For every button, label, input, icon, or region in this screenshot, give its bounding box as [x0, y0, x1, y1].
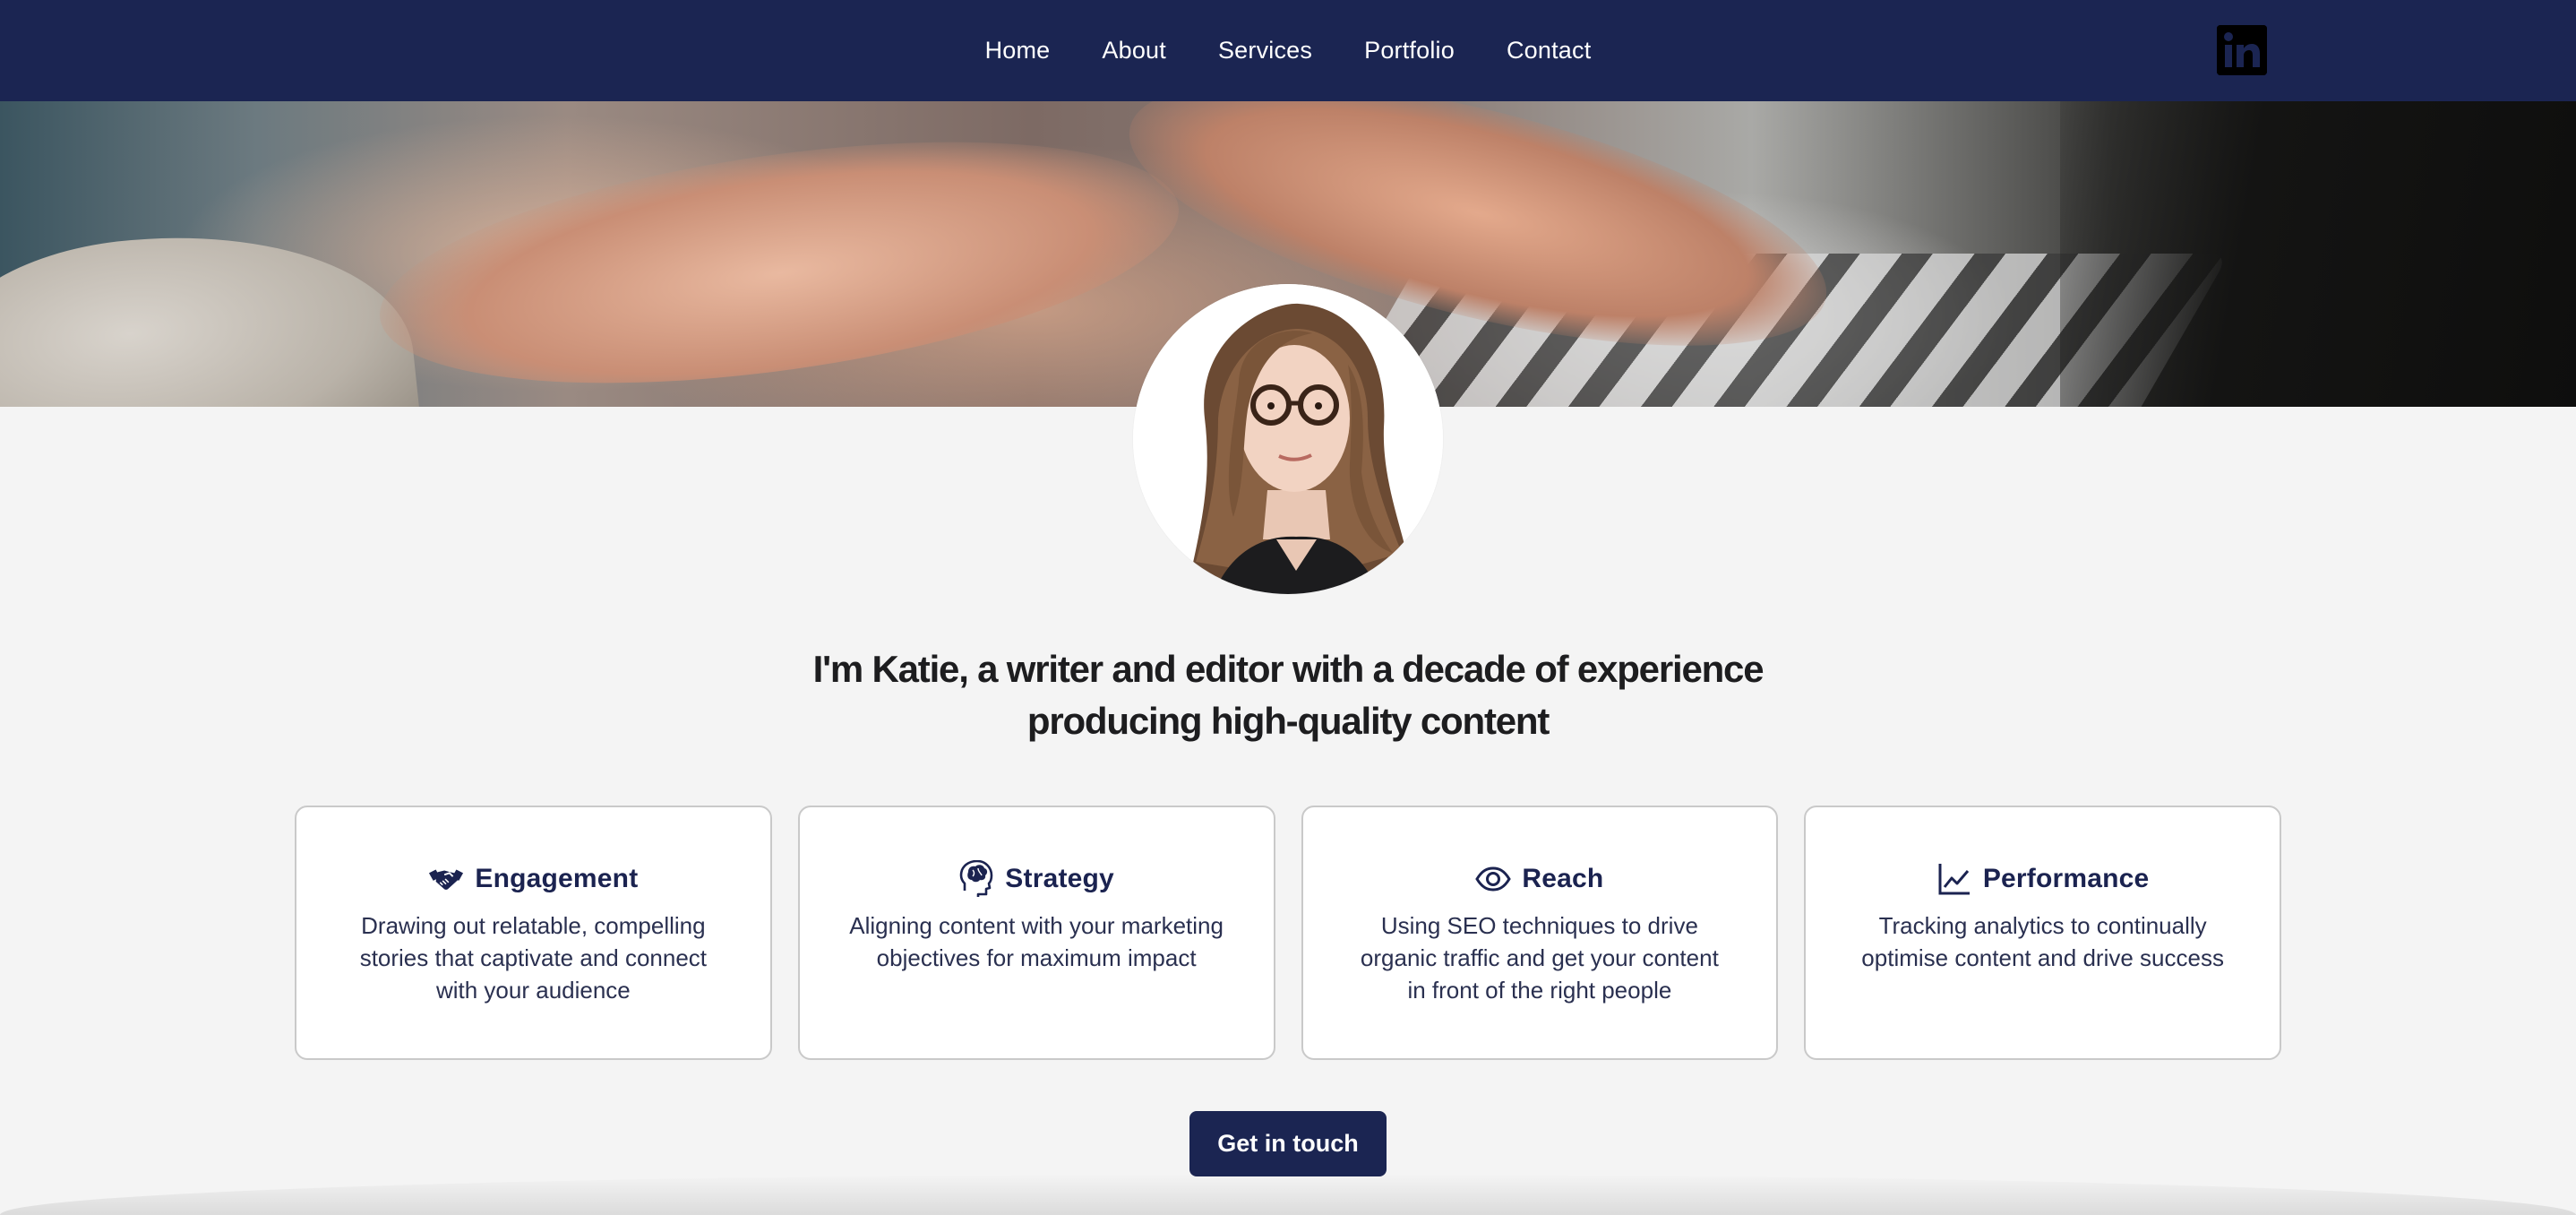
hero-hand-left-shape	[365, 101, 1194, 407]
linkedin-icon[interactable]	[2217, 25, 2267, 75]
intro-line1-rest: , a writer and editor with a decade of e…	[958, 648, 1764, 690]
nav-links: Home About Services Portfolio Contact	[0, 0, 2576, 101]
intro-line2: producing high-quality content	[1026, 700, 1550, 742]
nav-link-portfolio[interactable]: Portfolio	[1364, 37, 1455, 65]
card-description: Tracking analytics to continually optimi…	[1861, 912, 2224, 971]
nav-link-contact[interactable]: Contact	[1507, 37, 1591, 65]
intro-headline: I'm Katie, a writer and editor with a de…	[661, 643, 1915, 747]
card-performance: Performance Tracking analytics to contin…	[1804, 806, 2281, 1060]
card-description: Drawing out relatable, compelling storie…	[359, 912, 708, 1004]
card-title: Engagement	[475, 864, 639, 893]
get-in-touch-button[interactable]: Get in touch	[1189, 1111, 1387, 1176]
avatar	[1133, 284, 1443, 594]
hero-laptop-shadow	[2060, 101, 2576, 407]
nav-link-services[interactable]: Services	[1218, 37, 1312, 65]
card-description: Using SEO techniques to drive organic tr…	[1360, 912, 1719, 1004]
intro-name: Katie	[872, 648, 960, 690]
services-cards: Engagement Drawing out relatable, compel…	[295, 806, 2281, 1060]
top-navbar: Home About Services Portfolio Contact	[0, 0, 2576, 101]
line-chart-icon	[1936, 861, 1972, 897]
intro-prefix: I'm	[812, 648, 872, 690]
card-title: Strategy	[1005, 864, 1114, 893]
card-header: Strategy	[958, 859, 1114, 899]
hero-sleeve-shape	[0, 211, 424, 407]
card-header: Performance	[1936, 859, 2150, 899]
card-title: Performance	[1982, 864, 2150, 893]
handshake-icon	[428, 861, 464, 897]
card-engagement: Engagement Drawing out relatable, compel…	[295, 806, 772, 1060]
nav-link-home[interactable]: Home	[985, 37, 1051, 65]
eye-icon	[1475, 861, 1512, 897]
nav-link-about[interactable]: About	[1102, 37, 1166, 65]
card-header: Engagement	[428, 859, 638, 899]
card-strategy: Strategy Aligning content with your mark…	[797, 806, 1275, 1060]
card-reach: Reach Using SEO techniques to drive orga…	[1301, 806, 1779, 1060]
card-description: Aligning content with your marketing obj…	[849, 912, 1224, 971]
footer-shadow	[0, 1174, 2576, 1215]
brain-head-icon	[958, 860, 994, 897]
card-header: Reach	[1475, 859, 1603, 899]
card-title: Reach	[1522, 864, 1604, 893]
